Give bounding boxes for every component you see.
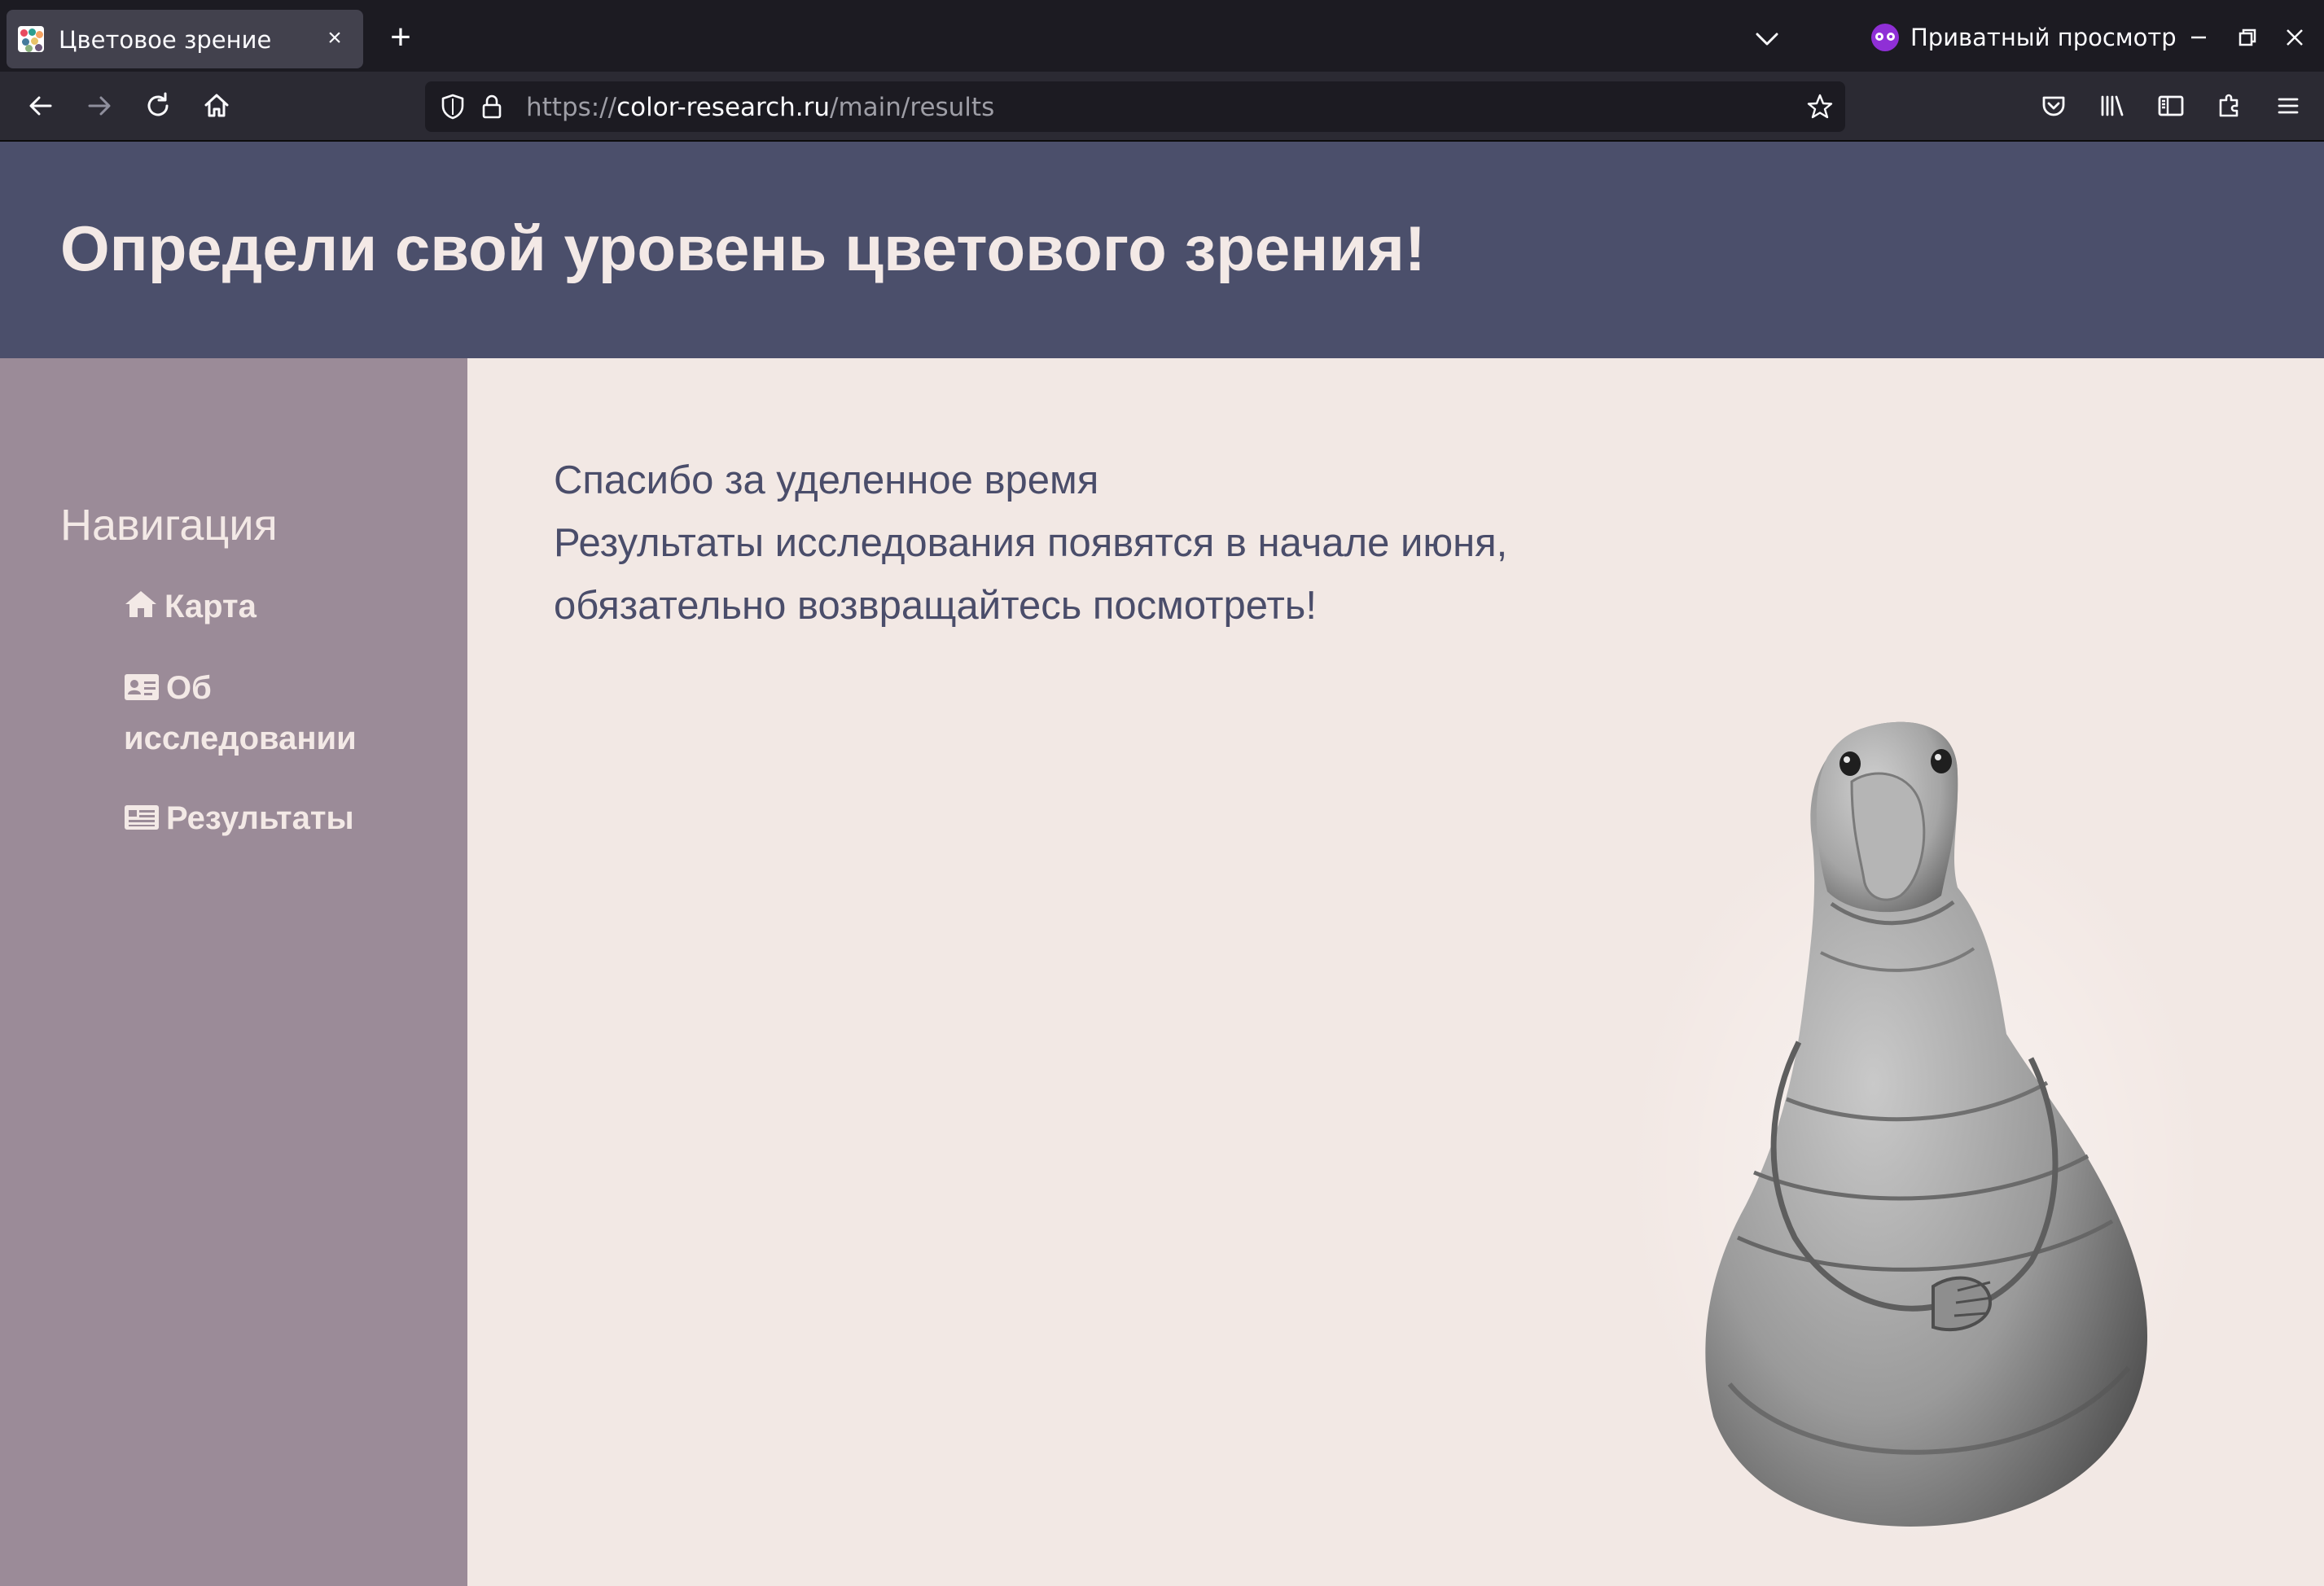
private-browsing-indicator: Приватный просмотр: [1871, 21, 2177, 54]
thank-you-message: Спасибо за уделенное время Результаты ис…: [554, 449, 1507, 637]
new-tab-plus-icon[interactable]: +: [383, 20, 419, 57]
close-window-icon[interactable]: [2278, 21, 2311, 54]
hamburger-menu-icon[interactable]: [2270, 88, 2306, 124]
restore-window-icon[interactable]: [2231, 21, 2264, 54]
chevron-down-icon[interactable]: [1751, 24, 1783, 54]
message-line: Результаты исследования появятся в начал…: [554, 521, 1508, 565]
forward-arrow-icon[interactable]: [81, 88, 117, 124]
newspaper-icon: [125, 805, 159, 830]
page-title: Определи свой уровень цветового зрения!: [60, 212, 1426, 284]
home-icon: [125, 591, 156, 617]
reload-icon[interactable]: [140, 88, 176, 124]
lock-icon[interactable]: [477, 92, 506, 121]
id-card-icon: [125, 674, 159, 700]
site-favicon-icon: [18, 26, 44, 52]
screen: Цветовое зрение × + Приватный просмотр h…: [0, 0, 2324, 1586]
pocket-icon[interactable]: [2036, 88, 2072, 124]
minimize-window-icon[interactable]: [2182, 21, 2215, 54]
nav-item-label: Карта: [164, 589, 257, 624]
nav-item-results[interactable]: Результаты: [124, 793, 449, 843]
active-tab[interactable]: Цветовое зрение ×: [7, 10, 363, 68]
home-button-icon[interactable]: [199, 88, 235, 124]
main-content: Спасибо за уделенное время Результаты ис…: [467, 358, 2324, 1586]
nav-item-map[interactable]: Карта: [124, 581, 449, 632]
sidebar-navigation: Навигация Карта Об исследовании Результа…: [0, 358, 467, 1586]
tracking-shield-icon[interactable]: [438, 92, 467, 121]
private-browsing-label: Приватный просмотр: [1910, 24, 2177, 51]
back-arrow-icon[interactable]: [23, 88, 59, 124]
tab-title: Цветовое зрение: [59, 26, 272, 54]
close-tab-icon[interactable]: ×: [321, 24, 349, 52]
url-path: /main/results: [830, 93, 995, 122]
nav-item-about[interactable]: Об исследовании: [124, 663, 449, 764]
browser-toolbar: https://color-research.ru/main/results: [0, 72, 2324, 142]
page-header: Определи свой уровень цветового зрения!: [0, 142, 2324, 358]
sidebar-toggle-icon[interactable]: [2153, 88, 2189, 124]
url-text[interactable]: https://color-research.ru/main/results: [526, 93, 994, 122]
extensions-puzzle-icon[interactable]: [2212, 88, 2247, 124]
nav-item-label: Результаты: [166, 800, 354, 836]
browser-tab-strip: Цветовое зрение × + Приватный просмотр: [0, 0, 2324, 72]
bookmark-star-icon[interactable]: [1804, 91, 1835, 122]
private-mask-icon: [1871, 24, 1899, 51]
message-line: обязательно возвращайтесь посмотреть!: [554, 584, 1317, 628]
creature-image: [1624, 721, 2194, 1539]
address-bar[interactable]: https://color-research.ru/main/results: [425, 81, 1845, 132]
url-scheme: https://: [526, 93, 617, 122]
url-host: color-research.ru: [616, 93, 831, 122]
library-icon[interactable]: [2094, 88, 2130, 124]
nav-heading: Навигация: [60, 501, 278, 550]
message-line: Спасибо за уделенное время: [554, 458, 1099, 502]
